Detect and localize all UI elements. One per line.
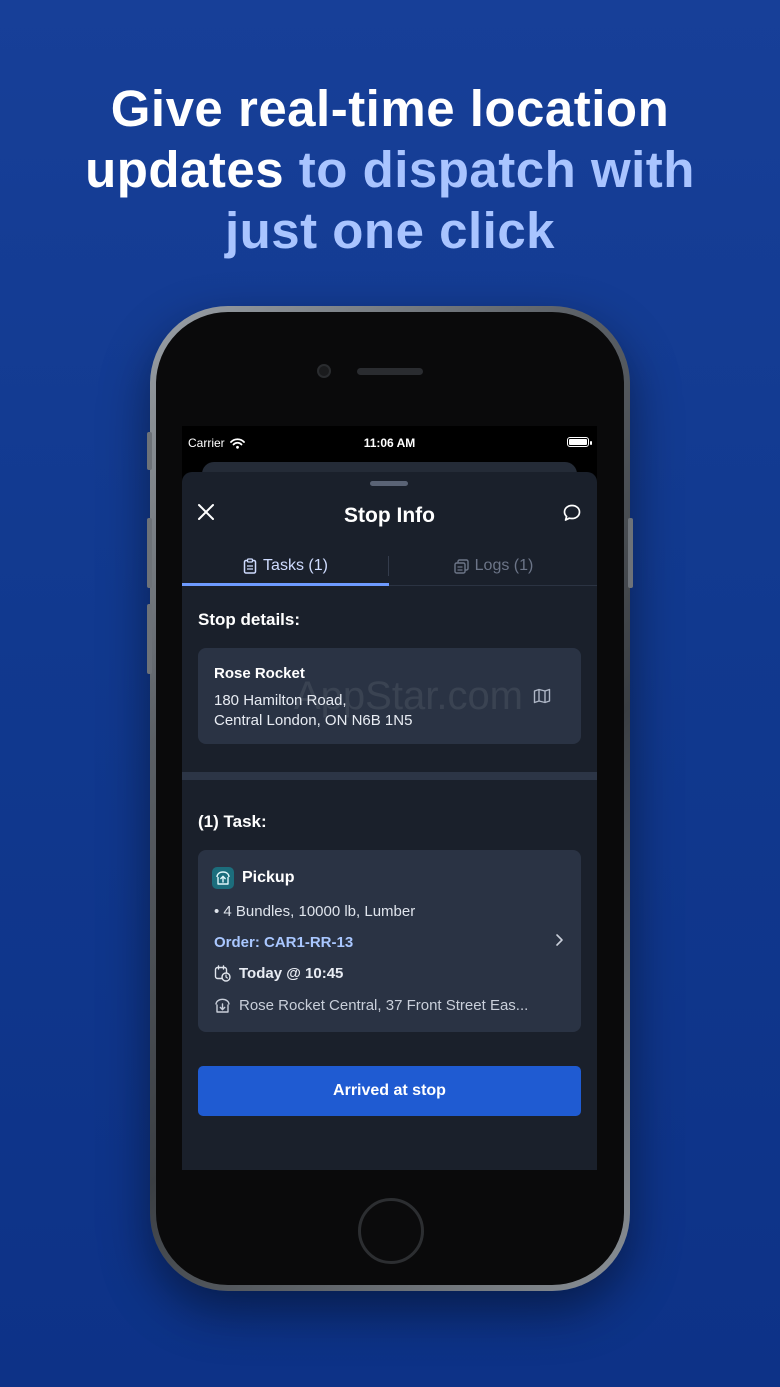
stop-info-sheet: Stop Info Tasks (1) Logs (1) Stop detail… — [182, 472, 597, 1170]
task-location: Rose Rocket Central, 37 Front Street Eas… — [239, 997, 529, 1014]
mute-switch — [147, 432, 152, 470]
earpiece-speaker — [357, 368, 423, 375]
sheet-title: Stop Info — [344, 504, 435, 527]
volume-down-button — [147, 604, 152, 674]
tab-tasks-label: Tasks (1) — [263, 557, 328, 574]
task-type: Pickup — [242, 869, 295, 886]
home-button[interactable] — [358, 1198, 424, 1264]
arrived-at-stop-button[interactable]: Arrived at stop — [198, 1066, 581, 1116]
stop-details-heading: Stop details: — [198, 610, 301, 629]
pickup-icon — [212, 867, 234, 889]
tab-logs[interactable]: Logs (1) — [390, 546, 597, 586]
task-freight-details: • 4 Bundles, 10000 lb, Lumber — [214, 903, 416, 920]
logs-icon — [453, 558, 469, 574]
address-line-2: Central London, ON N6B 1N5 — [214, 712, 413, 729]
tab-tasks[interactable]: Tasks (1) — [182, 546, 389, 586]
front-camera — [317, 364, 331, 378]
calendar-clock-icon — [214, 965, 231, 982]
tab-logs-label: Logs (1) — [474, 557, 534, 574]
delivery-box-icon — [215, 998, 230, 1013]
volume-up-button — [147, 518, 152, 588]
stop-address-card[interactable]: AppStar.com Rose Rocket 180 Hamilton Roa… — [198, 648, 581, 744]
task-order-number[interactable]: Order: CAR1-RR-13 — [214, 934, 353, 951]
section-divider — [182, 772, 597, 780]
battery-icon — [567, 437, 592, 447]
map-icon[interactable] — [533, 688, 551, 704]
task-time: Today @ 10:45 — [239, 965, 344, 982]
clipboard-icon — [243, 558, 257, 574]
task-location-row: Rose Rocket Central, 37 Front Street Eas… — [214, 997, 528, 1014]
marketing-headline: Give real-time location updates to dispa… — [40, 78, 740, 261]
chat-icon[interactable] — [561, 502, 583, 524]
status-bar: Carrier 11:06 AM — [182, 426, 597, 462]
phone-screen: Carrier 11:06 AM Stop Info Tasks (1) Log… — [182, 426, 597, 1170]
task-card[interactable]: Pickup • 4 Bundles, 10000 lb, Lumber Ord… — [198, 850, 581, 1032]
address-line-1: 180 Hamilton Road, — [214, 692, 347, 709]
stop-name: Rose Rocket — [214, 665, 305, 682]
status-time: 11:06 AM — [363, 436, 416, 450]
tab-divider — [388, 556, 389, 576]
tab-bar: Tasks (1) Logs (1) — [182, 546, 597, 586]
active-tab-indicator — [182, 583, 389, 586]
task-time-row: Today @ 10:45 — [214, 965, 343, 982]
power-button — [628, 518, 633, 588]
sheet-header: Stop Info — [182, 492, 597, 536]
sheet-grabber[interactable] — [370, 481, 408, 486]
task-heading: (1) Task: — [198, 812, 267, 831]
chevron-right-icon[interactable] — [553, 932, 565, 948]
